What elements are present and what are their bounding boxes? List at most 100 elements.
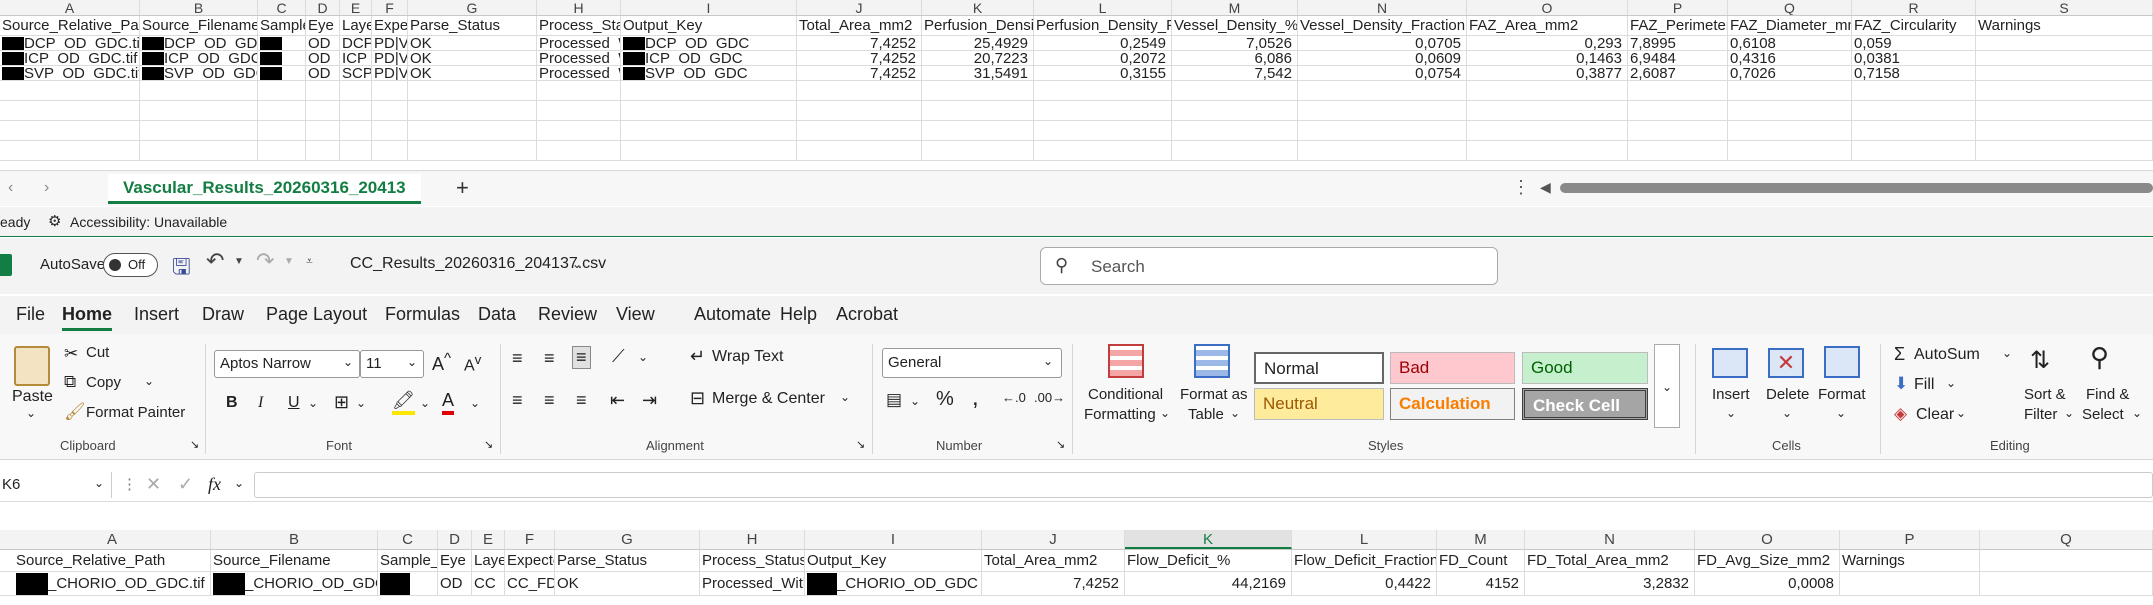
empty-cell[interactable] xyxy=(1034,101,1172,120)
empty-cell[interactable] xyxy=(537,121,621,140)
empty-cell[interactable] xyxy=(1852,101,1976,120)
empty-cell[interactable] xyxy=(340,101,372,120)
empty-cell[interactable] xyxy=(1852,81,1976,100)
undo-icon[interactable]: ↶ xyxy=(206,248,224,274)
header-cell[interactable]: Vessel_Density_Fraction xyxy=(1298,16,1467,35)
redo-dropdown-icon[interactable]: ▼ xyxy=(284,256,294,267)
empty-cell[interactable] xyxy=(372,121,408,140)
filename-chevron-icon[interactable]: ⌄ xyxy=(572,257,582,271)
header-cell[interactable]: Sample_ID xyxy=(258,16,306,35)
table-cell[interactable]: CC xyxy=(472,572,505,595)
tab-formulas[interactable]: Formulas xyxy=(385,304,460,325)
comma-style-icon[interactable]: , xyxy=(972,384,979,412)
table-cell[interactable]: 7,542 xyxy=(1172,66,1298,80)
borders-icon[interactable]: ⊞ xyxy=(334,392,349,413)
increase-decimal-icon[interactable]: ←.0 xyxy=(1002,390,1026,405)
header-cell[interactable]: FAZ_Diameter_mm xyxy=(1728,16,1852,35)
empty-cell[interactable] xyxy=(537,81,621,100)
table-cell[interactable]: 0,293 xyxy=(1467,36,1628,50)
table-cell[interactable]: 0,3155 xyxy=(1034,66,1172,80)
table-cell[interactable]: 7,4252 xyxy=(797,51,922,65)
header-cell[interactable]: Process_Status xyxy=(700,550,805,571)
table-cell[interactable]: 0,7026 xyxy=(1728,66,1852,80)
name-box[interactable]: K6 ⌄ xyxy=(0,472,112,498)
chevron-right-icon[interactable]: › xyxy=(44,179,49,197)
empty-cell[interactable] xyxy=(1467,121,1628,140)
undo-dropdown-icon[interactable]: ▼ xyxy=(234,256,244,267)
table-cell[interactable]: DCP_OD_GDC.tif xyxy=(0,36,140,50)
save-icon[interactable]: 🖫 xyxy=(172,250,191,288)
orientation-dropdown-icon[interactable]: ⌄ xyxy=(638,350,648,364)
empty-cell[interactable] xyxy=(0,141,140,160)
table-cell[interactable] xyxy=(258,51,306,65)
table-cell[interactable]: DCP_OD_GDC xyxy=(140,36,258,50)
empty-cell[interactable] xyxy=(621,141,797,160)
wrap-text-icon[interactable]: ↵ xyxy=(690,346,705,367)
header-cell[interactable]: Flow_Deficit_% xyxy=(1125,550,1292,571)
column-header-g[interactable]: G xyxy=(555,530,700,549)
empty-cell[interactable] xyxy=(140,81,258,100)
table-cell[interactable]: ICP xyxy=(340,51,372,65)
header-cell[interactable]: Eye xyxy=(306,16,340,35)
table-cell[interactable]: PD|VD|FAZ xyxy=(372,66,408,80)
customize-toolbar-icon[interactable]: ⩡ xyxy=(306,254,313,269)
header-cell[interactable] xyxy=(1980,550,2153,571)
empty-cell[interactable] xyxy=(258,141,306,160)
table-cell[interactable]: SVP_OD_GDC xyxy=(621,66,797,80)
table-cell[interactable]: PD|VD|FAZ xyxy=(372,36,408,50)
font-name-select[interactable]: Aptos Narrow ⌄ xyxy=(214,350,360,378)
empty-cell[interactable] xyxy=(1728,141,1852,160)
insert-function-button[interactable]: fx xyxy=(208,474,221,495)
empty-cell[interactable] xyxy=(1467,101,1628,120)
underline-button[interactable]: U xyxy=(288,394,300,412)
table-cell[interactable]: PD|VD|FAZ xyxy=(372,51,408,65)
table-cell[interactable] xyxy=(258,36,306,50)
empty-cell[interactable] xyxy=(306,101,340,120)
header-cell[interactable]: Layer xyxy=(340,16,372,35)
table-cell[interactable]: 0,4316 xyxy=(1728,51,1852,65)
table-cell[interactable]: OK xyxy=(555,572,700,595)
empty-cell[interactable] xyxy=(306,121,340,140)
align-middle-icon[interactable]: ≡ xyxy=(544,348,555,369)
format-painter-icon[interactable]: 🖌 xyxy=(64,402,86,422)
table-cell[interactable]: 44,2169 xyxy=(1125,572,1292,595)
delete-cells-icon[interactable]: ✕ xyxy=(1768,348,1804,378)
column-header-i[interactable]: I xyxy=(621,0,797,15)
column-header-p[interactable]: P xyxy=(1628,0,1728,15)
empty-cell[interactable] xyxy=(1298,141,1467,160)
column-header-s[interactable]: S xyxy=(1976,0,2153,15)
empty-cell[interactable] xyxy=(1298,81,1467,100)
clear-button[interactable]: Clear xyxy=(1916,406,1954,424)
paste-dropdown-icon[interactable]: ⌄ xyxy=(26,406,36,420)
table-cell[interactable]: 0,0381 xyxy=(1852,51,1976,65)
accessibility-icon[interactable]: ⚙ xyxy=(48,207,61,237)
empty-cell[interactable] xyxy=(258,81,306,100)
table-cell[interactable]: 7,4252 xyxy=(797,66,922,80)
sort-filter-icon[interactable]: ⇅ xyxy=(2030,346,2050,375)
empty-cell[interactable] xyxy=(408,121,537,140)
tab-review[interactable]: Review xyxy=(538,304,597,325)
empty-cell[interactable] xyxy=(258,121,306,140)
column-header-j[interactable]: J xyxy=(797,0,922,15)
tab-file[interactable]: File xyxy=(16,304,45,325)
empty-cell[interactable] xyxy=(340,81,372,100)
format-painter-button[interactable]: Format Painter xyxy=(86,404,185,421)
column-header-q[interactable]: Q xyxy=(1980,530,2153,549)
table-cell[interactable]: OK xyxy=(408,66,537,80)
column-header-a[interactable]: A xyxy=(0,0,140,15)
empty-cell[interactable] xyxy=(922,121,1034,140)
sheet-tab[interactable]: Vascular_Results_20260316_20413 xyxy=(108,174,421,204)
increase-font-icon[interactable]: A^ xyxy=(432,350,451,375)
dialog-launcher-icon[interactable]: ↘ xyxy=(190,438,199,451)
tab-draw[interactable]: Draw xyxy=(202,304,244,325)
empty-cell[interactable] xyxy=(1034,121,1172,140)
table-cell[interactable]: 0,7158 xyxy=(1852,66,1976,80)
chevron-down-icon[interactable]: ⌄ xyxy=(1782,406,1792,420)
conditional-formatting-icon[interactable] xyxy=(1108,344,1144,378)
table-cell[interactable]: DCP_OD_GDC xyxy=(621,36,797,50)
table-cell[interactable]: OD xyxy=(306,51,340,65)
conditional-formatting-button[interactable]: Conditional xyxy=(1088,386,1163,403)
formula-input[interactable] xyxy=(254,472,2153,498)
empty-cell[interactable] xyxy=(797,81,922,100)
styles-expand-button[interactable]: ⌄ xyxy=(1654,344,1680,428)
